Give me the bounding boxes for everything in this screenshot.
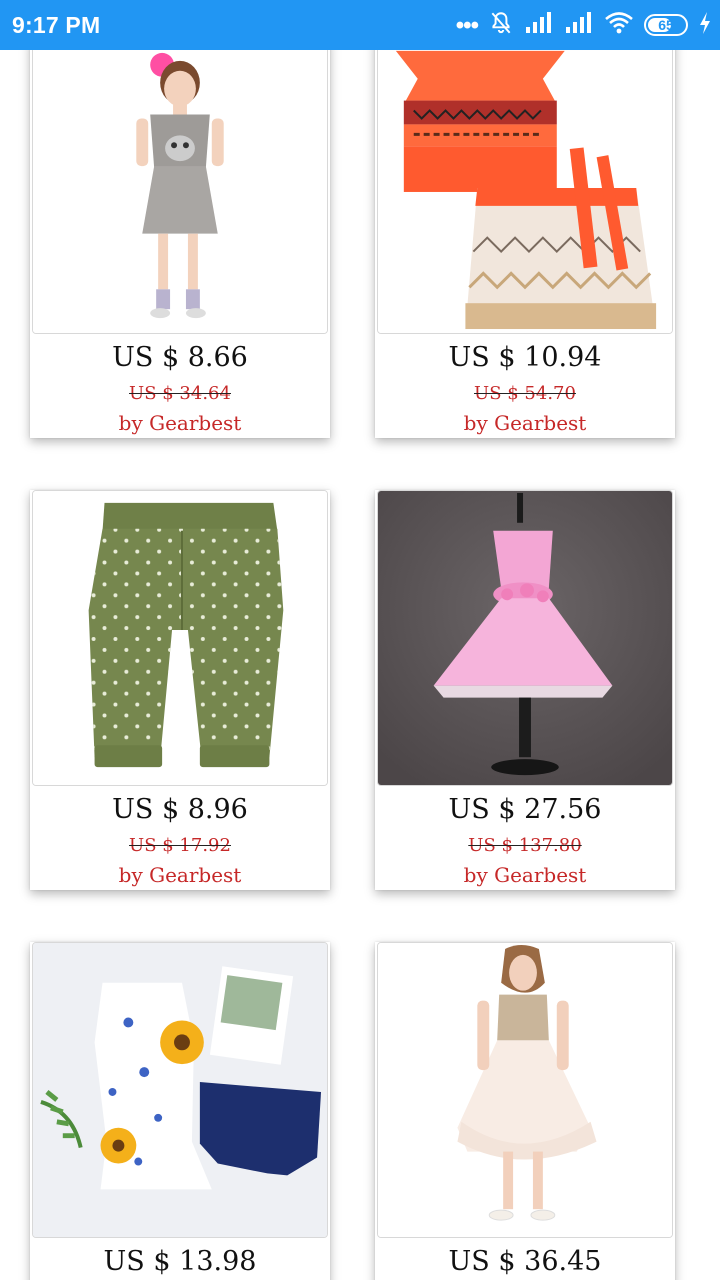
product-image-polka-pants[interactable] [32, 490, 328, 786]
product-card[interactable]: US $ 27.56 US $ 137.80 by Gearbest [375, 490, 675, 890]
status-time: 9:17 PM [12, 12, 101, 38]
status-bar: 9:17 PM ••• 65 [0, 0, 720, 50]
product-seller[interactable]: by Gearbest [375, 863, 675, 887]
product-price: US $ 13.98 [103, 1246, 257, 1277]
more-dots-icon: ••• [455, 12, 479, 39]
product-image-pink-dress[interactable] [377, 490, 673, 786]
product-image-sunflower-set[interactable] [32, 942, 328, 1238]
mute-bell-icon [488, 10, 514, 41]
product-grid: US $ 8.66 US $ 34.64 by Gearbest US $ 10… [0, 0, 720, 1280]
product-image-cat-dress[interactable] [32, 38, 328, 334]
product-image-tribal-set[interactable] [377, 38, 673, 334]
product-seller[interactable]: by Gearbest [30, 863, 330, 887]
wifi-icon [604, 11, 634, 40]
product-seller[interactable]: by Gearbest [375, 411, 675, 435]
product-card[interactable]: US $ 13.98 [30, 942, 330, 1280]
product-card[interactable]: US $ 36.45 [375, 942, 675, 1280]
charging-bolt-icon [698, 11, 712, 40]
product-card[interactable]: US $ 10.94 US $ 54.70 by Gearbest [375, 38, 675, 438]
product-card[interactable]: US $ 8.66 US $ 34.64 by Gearbest [30, 38, 330, 438]
product-original-price: US $ 137.80 [468, 835, 582, 856]
signal-icon [564, 11, 594, 40]
signal-icon [524, 11, 554, 40]
battery-icon: 65 [644, 14, 688, 36]
battery-level: 65 [658, 17, 674, 33]
product-price: US $ 27.56 [448, 794, 602, 825]
product-original-price: US $ 17.92 [129, 835, 231, 856]
product-original-price: US $ 34.64 [129, 383, 231, 404]
product-image-champagne-dress[interactable] [377, 942, 673, 1238]
product-price: US $ 8.66 [112, 342, 248, 373]
product-price: US $ 8.96 [112, 794, 248, 825]
product-seller[interactable]: by Gearbest [30, 411, 330, 435]
product-price: US $ 36.45 [448, 1246, 602, 1277]
product-original-price: US $ 54.70 [474, 383, 576, 404]
product-price: US $ 10.94 [448, 342, 602, 373]
product-card[interactable]: US $ 8.96 US $ 17.92 by Gearbest [30, 490, 330, 890]
status-icons: ••• 65 [456, 10, 712, 40]
